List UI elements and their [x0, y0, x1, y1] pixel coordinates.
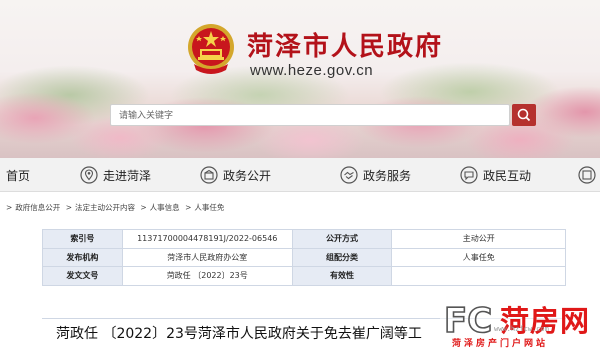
header-banner: 菏泽市人民政府 www.heze.gov.cn 请输入关键字: [0, 0, 600, 158]
nav-item-interaction[interactable]: 政民互动: [460, 158, 531, 192]
publisher-value: 菏泽市人民政府办公室: [121, 247, 293, 267]
handshake-icon: [340, 166, 358, 184]
watermark-subtitle: 菏泽房产门户网站: [452, 339, 549, 349]
validity-label: 有效性: [291, 266, 393, 286]
doc-number-value: 菏政任 〔2022〕23号: [121, 266, 293, 286]
index-label: 索引号: [42, 229, 123, 249]
search-button[interactable]: [512, 104, 536, 126]
breadcrumb-arrow-icon: >: [140, 203, 147, 212]
publish-method-label: 公开方式: [291, 229, 393, 249]
national-emblem-icon: [188, 24, 234, 74]
category-value: 人事任免: [391, 247, 566, 267]
nav-item-more[interactable]: [578, 158, 600, 192]
search-input[interactable]: 请输入关键字: [110, 104, 510, 126]
nav-item-about[interactable]: 走进菏泽: [80, 158, 151, 192]
document-info-table: 索引号 11371700004478191J/2022-06546 公开方式 主…: [42, 229, 566, 286]
breadcrumb-item[interactable]: 政府信息公开: [15, 203, 60, 212]
site-url[interactable]: www.heze.gov.cn: [250, 62, 373, 79]
nav-label-gov-services: 政务服务: [363, 168, 412, 183]
main-nav: 首页 走进菏泽 政务公开 政务服务 政民互动: [0, 158, 600, 192]
open-box-icon: [200, 166, 218, 184]
breadcrumb: > 政府信息公开 > 法定主动公开内容 > 人事信息 > 人事任免: [6, 202, 227, 213]
doc-number-label: 发文文号: [42, 266, 123, 286]
table-row: 发布机构 菏泽市人民政府办公室 组配分类 人事任免: [42, 247, 566, 267]
nav-label-about: 走进菏泽: [103, 168, 152, 183]
validity-value: [391, 266, 566, 286]
index-value: 11371700004478191J/2022-06546: [121, 229, 293, 249]
nav-label-interaction: 政民互动: [483, 168, 532, 183]
site-title: 菏泽市人民政府: [247, 32, 444, 62]
nav-item-gov-affairs[interactable]: 政务公开: [200, 158, 271, 192]
category-label: 组配分类: [291, 247, 393, 267]
watermark-url: www.hzfcw.com: [494, 325, 549, 333]
breadcrumb-arrow-icon: >: [6, 203, 13, 212]
publisher-label: 发布机构: [42, 247, 123, 267]
breadcrumb-item[interactable]: 人事任免: [194, 203, 224, 212]
table-row: 发文文号 菏政任 〔2022〕23号 有效性: [42, 266, 566, 286]
nav-label-gov-affairs: 政务公开: [223, 168, 272, 183]
publish-method-value: 主动公开: [391, 229, 566, 249]
table-row: 索引号 11371700004478191J/2022-06546 公开方式 主…: [42, 229, 566, 249]
breadcrumb-item[interactable]: 人事信息: [150, 203, 180, 212]
breadcrumb-arrow-icon: >: [65, 203, 72, 212]
location-pin-icon: [80, 166, 98, 184]
search-icon: [517, 108, 531, 122]
more-icon: [578, 166, 596, 184]
breadcrumb-arrow-icon: >: [185, 203, 192, 212]
nav-label-home: 首页: [6, 168, 31, 183]
watermark-logo-letters: FC: [444, 301, 492, 341]
nav-item-home[interactable]: 首页: [6, 158, 30, 192]
chat-bubble-icon: [460, 166, 478, 184]
breadcrumb-item[interactable]: 法定主动公开内容: [75, 203, 135, 212]
watermark-name: 菏房网: [500, 304, 591, 338]
document-title: 菏政任 〔2022〕23号菏泽市人民政府关于免去崔广阔等工: [56, 326, 422, 342]
nav-item-gov-services[interactable]: 政务服务: [340, 158, 411, 192]
